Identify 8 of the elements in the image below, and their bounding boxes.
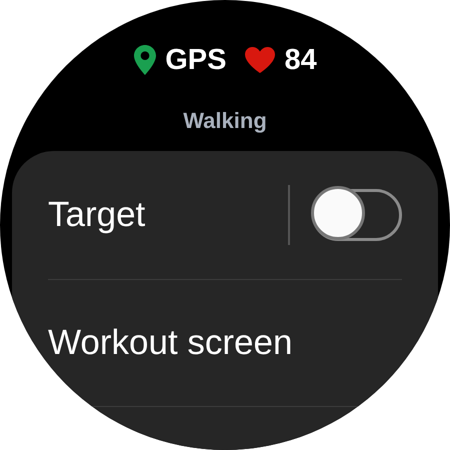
setting-item[interactable]: Workout screen [48, 323, 402, 363]
heart-rate-value: 84 [284, 44, 317, 76]
screen-title: Walking [183, 108, 267, 135]
gps-label: GPS [165, 44, 226, 76]
setting-label: Target [48, 195, 146, 235]
heart-icon [244, 46, 276, 74]
location-pin-icon [133, 44, 158, 76]
toggle-switch[interactable] [312, 189, 402, 241]
